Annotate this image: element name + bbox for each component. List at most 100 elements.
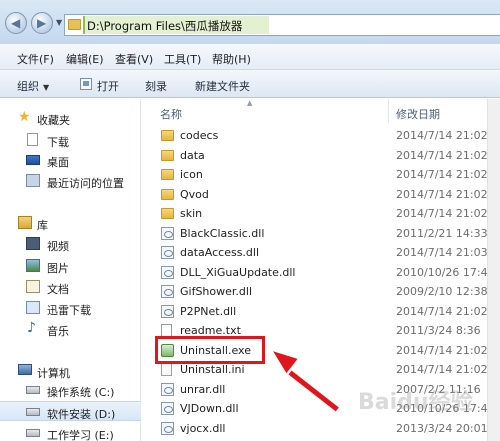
menu-bar: 文件(F) 编辑(E) 查看(V) 工具(T) 帮助(H) [0, 44, 500, 70]
nav-label: 库 [37, 219, 48, 232]
folder-icon [161, 208, 174, 219]
nav-computer[interactable]: 计算机 [0, 361, 141, 381]
file-name: DLL_XiGuaUpdate.dll [180, 265, 296, 279]
dll-file-icon [161, 246, 174, 259]
menu-edit[interactable]: 编辑(E) [66, 51, 104, 67]
nav-label: 操作系统 (C:) [47, 386, 115, 399]
file-date: 2011/2/21 14:33 [396, 226, 488, 240]
file-row[interactable]: DLL_XiGuaUpdate.dll 2010/10/26 17:47 [142, 263, 500, 282]
file-row[interactable]: BlackClassic.dll 2011/2/21 14:33 [142, 224, 500, 243]
nav-libraries[interactable]: 库 [0, 213, 141, 233]
open-button[interactable]: 打开 [97, 78, 119, 94]
file-date: 2009/2/10 12:38 [396, 285, 488, 298]
burn-button[interactable]: 刻录 [145, 78, 167, 94]
column-date-label: 修改日期 [396, 108, 440, 121]
file-row[interactable]: vjocx.dll 2013/3/24 20:01 [142, 419, 500, 438]
dll-file-icon [161, 226, 174, 240]
organize-label: 组织 [17, 80, 39, 93]
nav-favorites[interactable]: ★ 收藏夹 [0, 108, 141, 128]
menu-help[interactable]: 帮助(H) [212, 51, 251, 67]
file-row[interactable]: P2PNet.dll 2014/7/14 21:02 [142, 302, 500, 321]
address-area: ◀ ▶ ▼ D:\Program Files\西瓜播放器 [0, 0, 500, 44]
file-date: 2010/10/26 17:47 [396, 265, 495, 279]
nav-label: 音乐 [47, 325, 69, 338]
sort-caret-icon: ▲ [247, 99, 253, 107]
nav-desktop[interactable]: 桌面 [0, 150, 141, 170]
nav-downloads[interactable]: 下载 [0, 130, 141, 150]
address-path[interactable]: D:\Program Files\西瓜播放器 [87, 18, 242, 34]
file-name: Uninstall.ini [180, 363, 245, 376]
file-row[interactable]: data 2014/7/14 21:02 [142, 146, 500, 165]
folder-icon [68, 19, 81, 30]
column-header-date[interactable]: 修改日期 [390, 99, 500, 123]
video-icon [26, 237, 40, 250]
nav-recent[interactable]: 最近访问的位置 [0, 171, 141, 191]
file-row[interactable]: icon 2014/7/14 21:02 [142, 165, 500, 184]
recent-places-icon [26, 174, 40, 187]
menu-tools[interactable]: 工具(T) [164, 51, 201, 67]
file-row[interactable]: GifShower.dll 2009/2/10 12:38 [142, 282, 500, 301]
nav-label: 迅雷下载 [47, 304, 91, 317]
vertical-scrollbar[interactable] [487, 99, 500, 441]
address-bar[interactable]: D:\Program Files\西瓜播放器 [64, 14, 500, 36]
back-button[interactable]: ◀ [5, 12, 27, 34]
documents-icon [26, 280, 40, 293]
file-name: dataAccess.dll [180, 246, 260, 259]
dll-file-icon [161, 304, 174, 318]
drive-icon [26, 408, 40, 416]
folder-icon [161, 169, 174, 180]
file-row[interactable]: dataAccess.dll 2014/7/14 21:03 [142, 243, 500, 262]
picture-icon [26, 259, 40, 272]
menu-view[interactable]: 查看(V) [115, 51, 153, 67]
drive-icon [26, 429, 40, 437]
nav-drive-d[interactable]: 软件安装 (D:) [0, 401, 141, 421]
dll-file-icon [161, 402, 174, 415]
nav-music[interactable]: ♪ 音乐 [0, 319, 141, 339]
file-date: 2014/7/14 21:02 [396, 148, 488, 162]
organize-button[interactable]: 组织 ▼ [17, 78, 49, 94]
download-folder-icon [26, 301, 40, 314]
folder-icon [161, 130, 174, 141]
menu-file[interactable]: 文件(F) [17, 51, 54, 67]
music-icon: ♪ [27, 320, 36, 336]
file-name: skin [180, 207, 203, 220]
file-date: 2014/7/14 21:02 [396, 129, 488, 142]
file-name: Qvod [180, 187, 209, 201]
dll-file-icon [161, 382, 174, 396]
open-icon [80, 78, 92, 90]
dll-file-icon [161, 265, 174, 279]
file-name: GifShower.dll [180, 285, 253, 298]
recent-pages-dropdown-icon[interactable]: ▼ [56, 18, 62, 27]
nav-label: 最近访问的位置 [47, 177, 124, 190]
nav-label: 下载 [47, 136, 69, 149]
watermark: Baidu经验 [358, 390, 473, 415]
nav-documents[interactable]: 文档 [0, 277, 141, 297]
file-row[interactable]: Qvod 2014/7/14 21:02 [142, 185, 500, 204]
column-header-name[interactable]: ▲ 名称 [142, 99, 389, 123]
new-folder-button[interactable]: 新建文件夹 [195, 78, 250, 94]
nav-pictures[interactable]: 图片 [0, 256, 141, 276]
navigation-pane: ★ 收藏夹 下载 桌面 最近访问的位置 库 视频 图片 文档 迅雷下载 ♪ 音乐… [0, 99, 141, 441]
file-name: vjocx.dll [180, 421, 226, 435]
nav-drive-c[interactable]: 操作系统 (C:) [0, 380, 141, 400]
drive-icon [26, 386, 40, 394]
file-name: VJDown.dll [180, 402, 239, 415]
nav-drive-e[interactable]: 工作学习 (E:) [0, 423, 141, 441]
highlight-box [155, 336, 265, 364]
file-row[interactable]: skin 2014/7/14 21:02 [142, 204, 500, 223]
file-date: 2014/7/14 21:02 [396, 343, 488, 357]
file-name: BlackClassic.dll [180, 226, 265, 240]
file-date: 2014/7/14 21:02 [396, 363, 488, 376]
nav-label: 桌面 [47, 156, 69, 169]
file-row[interactable]: codecs 2014/7/14 21:02 [142, 126, 500, 145]
dll-file-icon [161, 285, 174, 298]
nav-label: 图片 [47, 262, 69, 275]
forward-arrow-icon: ▶ [37, 16, 47, 30]
file-date: 2014/7/14 21:02 [396, 304, 488, 318]
chevron-down-icon: ▼ [43, 83, 50, 92]
nav-videos[interactable]: 视频 [0, 234, 141, 254]
nav-thunder[interactable]: 迅雷下载 [0, 298, 141, 318]
desktop-icon [26, 155, 40, 165]
folder-icon [161, 149, 174, 161]
forward-button[interactable]: ▶ [31, 12, 53, 34]
